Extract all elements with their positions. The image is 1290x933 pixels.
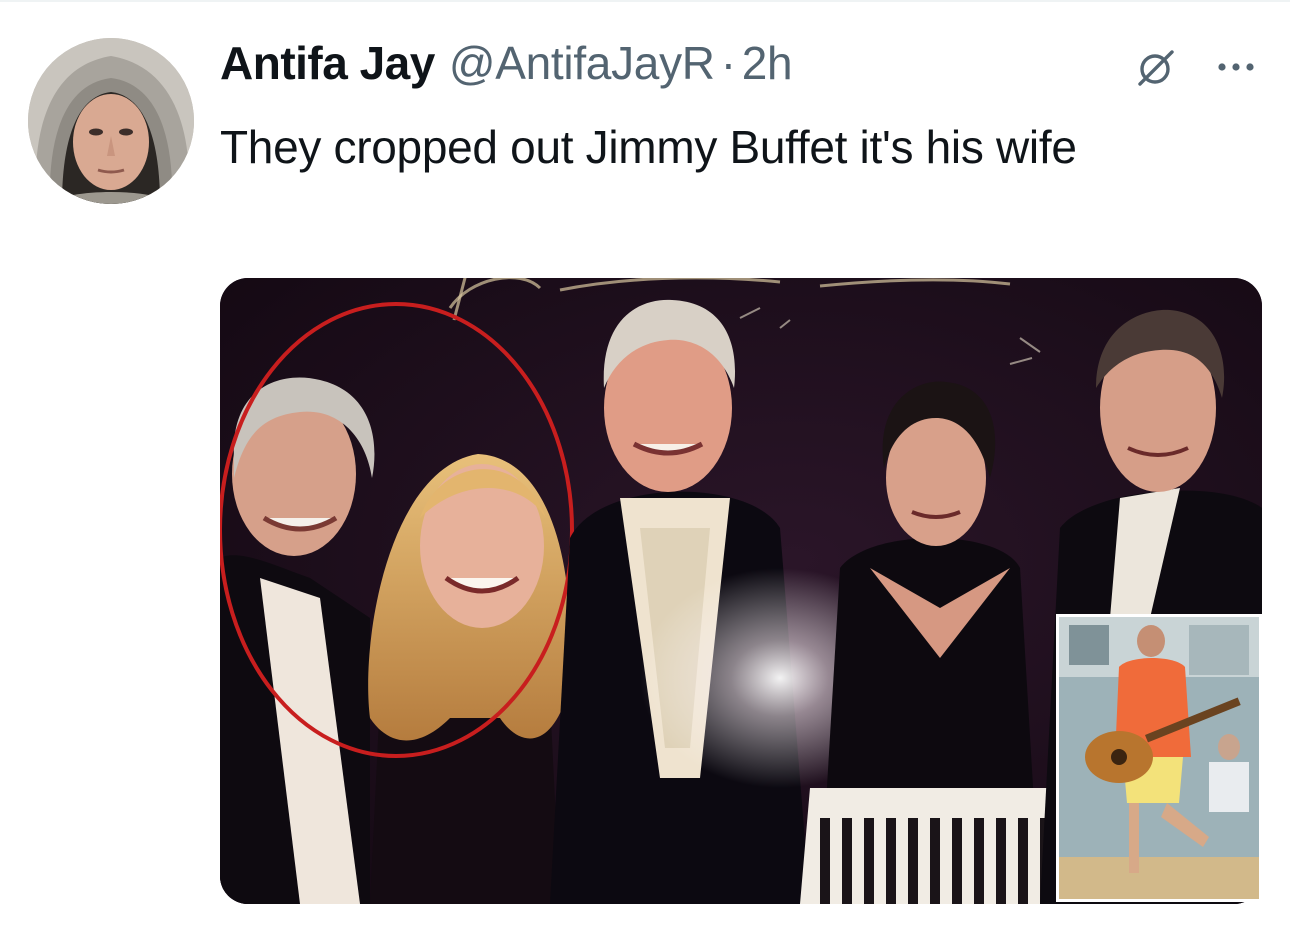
inset-image	[1059, 617, 1259, 899]
grok-icon[interactable]	[1136, 48, 1176, 88]
user-avatar[interactable]	[28, 38, 194, 204]
user-handle[interactable]: @AntifaJayR	[449, 36, 715, 90]
more-options-icon[interactable]	[1214, 56, 1258, 78]
avatar-image	[28, 38, 194, 204]
tweet-text: They cropped out Jimmy Buffet it's his w…	[220, 121, 1077, 173]
separator-dot: ·	[720, 37, 736, 89]
tweet-header: Antifa Jay @AntifaJayR · 2h	[220, 36, 793, 92]
timestamp[interactable]: 2h	[742, 36, 793, 90]
inset-photo	[1056, 614, 1262, 902]
display-name[interactable]: Antifa Jay	[220, 36, 435, 90]
top-divider	[0, 0, 1290, 2]
